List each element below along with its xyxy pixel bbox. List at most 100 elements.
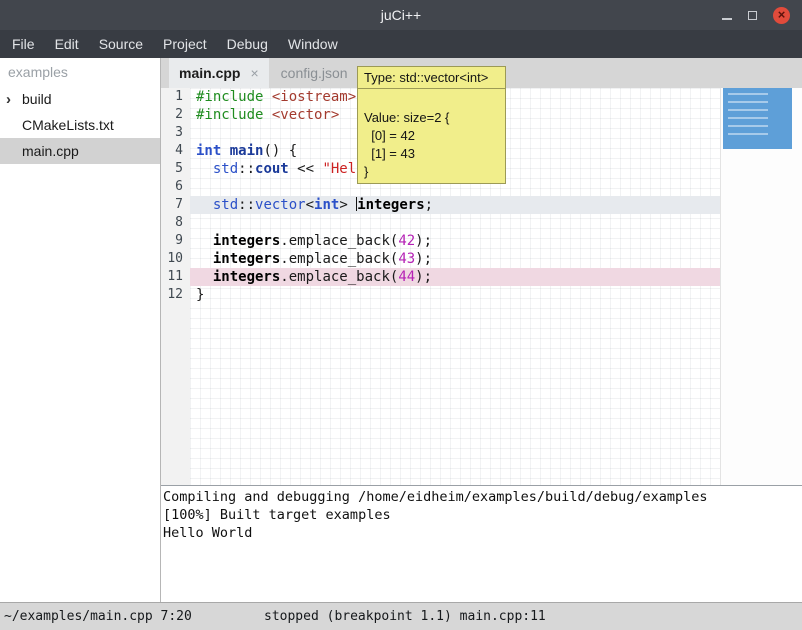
- line-number[interactable]: 10: [161, 250, 190, 268]
- code-token: int: [314, 197, 339, 213]
- tooltip-type: Type: std::vector<int>: [357, 66, 506, 89]
- tooltip-line: [1] = 43: [364, 145, 499, 163]
- code-token: [196, 161, 213, 177]
- code-token: <: [306, 197, 314, 213]
- tree-item-label: CMakeLists.txt: [22, 117, 114, 133]
- tooltip-value: Value: size=2 { [0] = 42 [1] = 43}: [357, 88, 506, 184]
- sidebar: examples ›build CMakeLists.txt main.cpp: [0, 58, 161, 602]
- status-debug-state: stopped (breakpoint 1.1) main.cpp:11: [264, 603, 546, 630]
- file-tree: ›build CMakeLists.txt main.cpp: [0, 86, 160, 164]
- line-number[interactable]: 12: [161, 286, 190, 304]
- code-token: () {: [263, 143, 297, 159]
- code-token: <vector>: [272, 107, 339, 123]
- code-line-11[interactable]: integers.emplace_back(44);: [190, 268, 720, 286]
- gutter: 123456789101112: [161, 88, 190, 485]
- code-token: integers: [213, 233, 280, 249]
- code-token: [196, 233, 213, 249]
- code-token: );: [415, 233, 432, 249]
- output-line: [100%] Built target examples: [163, 506, 800, 524]
- code-token: #include: [196, 89, 272, 105]
- tab-label: main.cpp: [179, 65, 240, 81]
- tooltip-line: [0] = 42: [364, 127, 499, 145]
- close-icon[interactable]: ×: [250, 65, 258, 81]
- tree-item-cmakelists-txt[interactable]: CMakeLists.txt: [0, 112, 160, 138]
- code-token: integers: [213, 251, 280, 267]
- sidebar-header: examples: [0, 58, 160, 86]
- viewport-indicator[interactable]: [723, 88, 792, 149]
- output-line: Compiling and debugging /home/eidheim/ex…: [163, 488, 800, 506]
- code-token: .emplace_back(: [280, 269, 398, 285]
- close-icon[interactable]: ×: [773, 7, 790, 24]
- code-token: [196, 269, 213, 285]
- line-number[interactable]: 4: [161, 142, 190, 160]
- line-number[interactable]: 7: [161, 196, 190, 214]
- tree-item-build[interactable]: ›build: [0, 86, 160, 112]
- code-line-10[interactable]: integers.emplace_back(43);: [190, 250, 720, 268]
- code-token: [196, 197, 213, 213]
- code-token: );: [415, 269, 432, 285]
- code-token: 44: [398, 269, 415, 285]
- code-token: vector: [255, 197, 306, 213]
- status-file-position: ~/examples/main.cpp 7:20: [4, 603, 192, 630]
- code-token: ::: [238, 161, 255, 177]
- menu-item-project[interactable]: Project: [153, 30, 217, 58]
- debug-tooltip: Type: std::vector<int> Value: size=2 { […: [357, 66, 506, 184]
- menu-item-debug[interactable]: Debug: [217, 30, 278, 58]
- source-map[interactable]: [720, 88, 802, 485]
- line-number[interactable]: 1: [161, 88, 190, 106]
- tooltip-line: Value: size=2 {: [364, 109, 499, 127]
- code-token: "Hel: [322, 161, 356, 177]
- chevron-right-icon[interactable]: ›: [6, 91, 22, 108]
- line-number[interactable]: 11: [161, 268, 190, 286]
- title-bar[interactable]: juCi++ ×: [0, 0, 802, 30]
- line-number[interactable]: 5: [161, 160, 190, 178]
- tab-label: config.json: [281, 65, 348, 81]
- code-token: .emplace_back(: [280, 251, 398, 267]
- code-token: <iostream>: [272, 89, 356, 105]
- code-token: ;: [425, 197, 433, 213]
- tooltip-line: [364, 91, 499, 109]
- menu-item-window[interactable]: Window: [278, 30, 348, 58]
- tab-main-cpp[interactable]: main.cpp ×: [169, 58, 269, 88]
- code-token: integers: [357, 197, 424, 213]
- status-bar: ~/examples/main.cpp 7:20 stopped (breakp…: [0, 602, 802, 630]
- code-token: );: [415, 251, 432, 267]
- code-token: main: [230, 143, 264, 159]
- line-number[interactable]: 3: [161, 124, 190, 142]
- tree-item-main-cpp[interactable]: main.cpp: [0, 138, 160, 164]
- tree-item-label: main.cpp: [22, 143, 79, 159]
- code-line-12[interactable]: }: [190, 286, 720, 304]
- restore-icon[interactable]: [748, 11, 757, 20]
- menu-item-edit[interactable]: Edit: [45, 30, 89, 58]
- code-token: cout: [255, 161, 289, 177]
- app-window: juCi++ × FileEditSourceProjectDebugWindo…: [0, 0, 802, 630]
- code-token: integers: [213, 269, 280, 285]
- menu-item-file[interactable]: File: [2, 30, 45, 58]
- code-token: ::: [238, 197, 255, 213]
- output-panel: Compiling and debugging /home/eidheim/ex…: [161, 485, 802, 602]
- line-number[interactable]: 8: [161, 214, 190, 232]
- code-line-7[interactable]: std::vector<int> integers;: [190, 196, 720, 214]
- line-number[interactable]: 9: [161, 232, 190, 250]
- code-token: [196, 251, 213, 267]
- tree-item-label: build: [22, 91, 52, 107]
- minimize-icon[interactable]: [722, 18, 732, 20]
- code-token: >: [339, 197, 356, 213]
- tooltip-line: }: [364, 163, 499, 181]
- code-line-9[interactable]: integers.emplace_back(42);: [190, 232, 720, 250]
- menu-bar: FileEditSourceProjectDebugWindow: [0, 30, 802, 58]
- window-controls: ×: [722, 0, 790, 30]
- code-token: 42: [398, 233, 415, 249]
- code-token: 43: [398, 251, 415, 267]
- code-token: std: [213, 197, 238, 213]
- code-line-8[interactable]: [190, 214, 720, 232]
- code-token: std: [213, 161, 238, 177]
- code-token: }: [196, 287, 204, 303]
- code-token: #include: [196, 107, 272, 123]
- code-token: [221, 143, 229, 159]
- code-token: .emplace_back(: [280, 233, 398, 249]
- line-number[interactable]: 2: [161, 106, 190, 124]
- menu-item-source[interactable]: Source: [89, 30, 153, 58]
- output-line: Hello World: [163, 524, 800, 542]
- line-number[interactable]: 6: [161, 178, 190, 196]
